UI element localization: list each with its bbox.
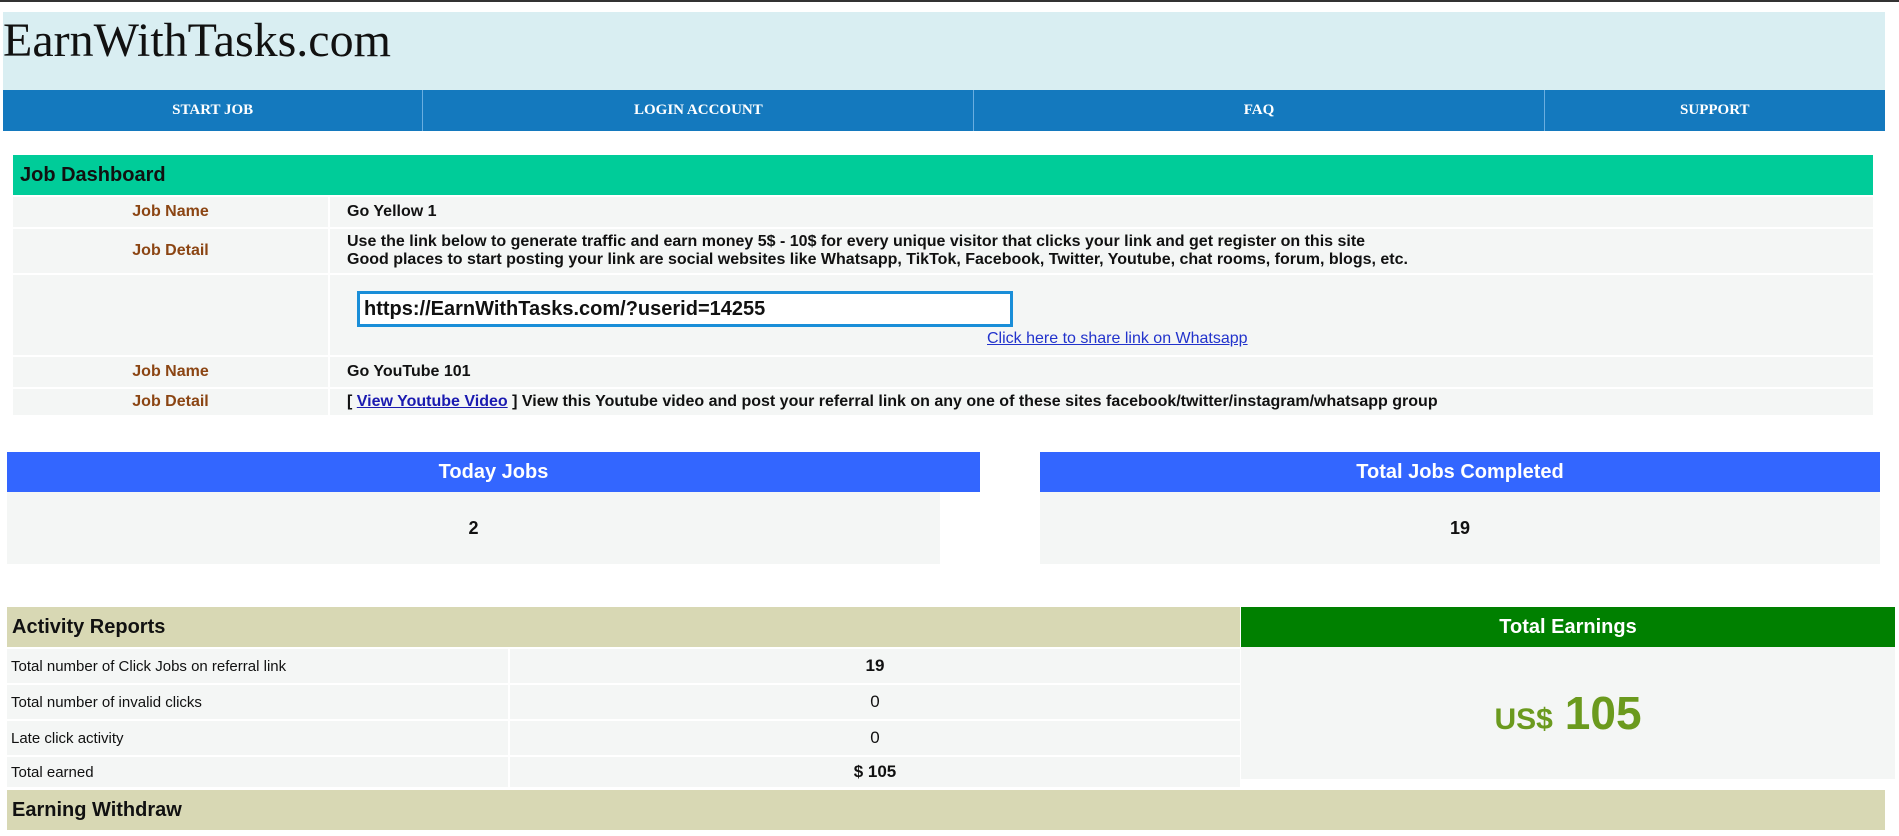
table-row: Total number of invalid clicks 0: [7, 685, 1240, 721]
nav-start-job[interactable]: START JOB: [3, 90, 424, 131]
nav-login-account[interactable]: LOGIN ACCOUNT: [423, 90, 975, 131]
nav-support[interactable]: SUPPORT: [1545, 90, 1885, 131]
nav-faq[interactable]: FAQ: [974, 90, 1545, 131]
today-jobs-header: Today Jobs: [7, 452, 980, 492]
activity-reports-table: Total number of Click Jobs on referral l…: [7, 649, 1240, 789]
job1-detail-line2: Good places to start posting your link a…: [347, 251, 1408, 268]
table-row: Total earned $ 105: [7, 757, 1240, 789]
empty-label-cell: [13, 275, 330, 355]
job1-detail: Use the link below to generate traffic a…: [330, 229, 1873, 273]
job-dashboard-header: Job Dashboard: [13, 155, 1873, 195]
site-title[interactable]: EarnWithTasks.com: [3, 12, 391, 70]
report-label: Total number of Click Jobs on referral l…: [7, 649, 510, 683]
earnings-currency: US$: [1494, 703, 1553, 736]
job2-detail-prefix: [: [347, 393, 357, 410]
job2-detail-row: Job Detail [ View Youtube Video ] View t…: [13, 389, 1873, 417]
referral-link-field[interactable]: https://EarnWithTasks.com/?userid=14255: [357, 291, 1013, 327]
table-row: Total number of Click Jobs on referral l…: [7, 649, 1240, 685]
report-label: Late click activity: [7, 721, 510, 755]
view-youtube-video-link[interactable]: View Youtube Video: [357, 393, 508, 410]
job-dashboard-title: Job Dashboard: [20, 163, 166, 186]
report-value: $ 105: [853, 762, 897, 781]
job2-detail-suffix: ] View this Youtube video and post your …: [507, 393, 1438, 410]
job-dashboard-table: Job Name Go Yellow 1 Job Detail Use the …: [13, 197, 1873, 417]
job2-name-row: Job Name Go YouTube 101: [13, 357, 1873, 389]
job1-name: Go Yellow 1: [347, 203, 437, 220]
report-value: 19: [865, 656, 885, 675]
job2-detail: [ View Youtube Video ] View this Youtube…: [330, 389, 1873, 415]
job1-name-row: Job Name Go Yellow 1: [13, 197, 1873, 229]
earning-withdraw-title: Earning Withdraw: [12, 798, 182, 821]
earning-withdraw-header: Earning Withdraw: [7, 790, 1885, 830]
today-jobs-value: 2: [7, 492, 940, 564]
activity-reports-title: Activity Reports: [12, 615, 166, 638]
activity-reports-header: Activity Reports: [7, 607, 1240, 647]
earnings-amount: 105: [1564, 687, 1642, 739]
job1-link-row: https://EarnWithTasks.com/?userid=14255 …: [13, 275, 1873, 357]
report-label: Total earned: [7, 757, 510, 787]
report-label: Total number of invalid clicks: [7, 685, 510, 719]
job1-detail-row: Job Detail Use the link below to generat…: [13, 229, 1873, 275]
total-earnings-panel: US$ 105: [1241, 647, 1895, 779]
main-nav: START JOB LOGIN ACCOUNT FAQ SUPPORT: [3, 90, 1885, 131]
report-value: 0: [870, 692, 880, 711]
total-jobs-completed-header: Total Jobs Completed: [1040, 452, 1880, 492]
top-border: [0, 0, 1899, 2]
job-name-label: Job Name: [13, 357, 330, 387]
job-detail-label: Job Detail: [13, 229, 330, 273]
total-earnings-header: Total Earnings: [1241, 607, 1895, 647]
table-row: Late click activity 0: [7, 721, 1240, 757]
report-value: 0: [870, 728, 880, 747]
job1-link-cell: https://EarnWithTasks.com/?userid=14255 …: [330, 275, 1873, 355]
job1-detail-line1: Use the link below to generate traffic a…: [347, 233, 1366, 250]
job-name-label: Job Name: [13, 197, 330, 227]
whatsapp-share-link[interactable]: Click here to share link on Whatsapp: [987, 330, 1873, 348]
job-detail-label: Job Detail: [13, 389, 330, 415]
job2-name: Go YouTube 101: [347, 363, 471, 380]
total-jobs-completed-value: 19: [1040, 492, 1880, 564]
